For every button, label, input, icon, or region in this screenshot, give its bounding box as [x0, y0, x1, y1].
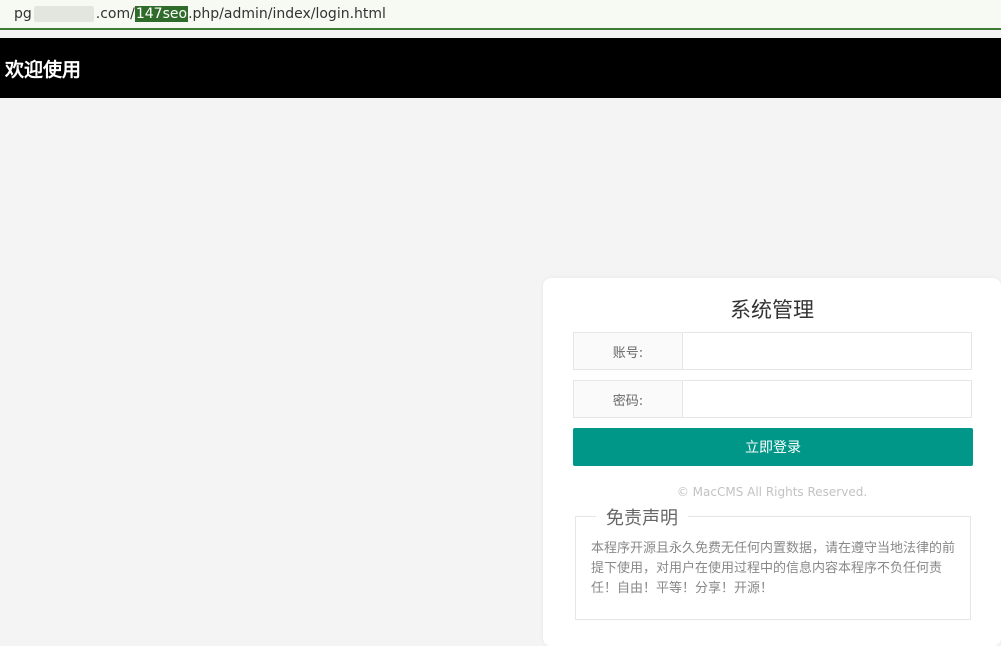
password-row: 密码: — [573, 380, 972, 418]
disclaimer-title: 免责声明 — [596, 504, 688, 530]
password-label: 密码: — [574, 381, 683, 417]
url-highlight: 147seo — [134, 6, 189, 22]
url-path: .php/admin/index/login.html — [188, 6, 386, 22]
url-domain: .com/ — [95, 6, 135, 22]
copyright-text: © MacCMS All Rights Reserved. — [676, 485, 868, 499]
login-button[interactable]: 立即登录 — [573, 428, 973, 466]
disclaimer-text: 本程序开源且永久免费无任何内置数据，请在遵守当地法律的前提下使用，对用户在使用过… — [591, 541, 956, 596]
header-title: 欢迎使用 — [5, 58, 82, 81]
username-label: 账号: — [574, 333, 683, 369]
username-input[interactable] — [683, 333, 971, 369]
url-redacted-segment — [33, 6, 94, 22]
login-card: 系统管理 账号: 密码: 立即登录 © MacCMS All Rights Re… — [543, 278, 1001, 646]
disclaimer-box: 免责声明 本程序开源且永久免费无任何内置数据，请在遵守当地法律的前提下使用，对用… — [575, 504, 971, 620]
login-title: 系统管理 — [730, 298, 814, 322]
username-row: 账号: — [573, 332, 972, 370]
url-prefix: pg — [14, 6, 32, 22]
password-input[interactable] — [683, 381, 971, 417]
top-header: 欢迎使用 — [0, 38, 1001, 98]
address-bar[interactable]: pg .com/ 147seo .php/admin/index/login.h… — [0, 0, 1001, 30]
